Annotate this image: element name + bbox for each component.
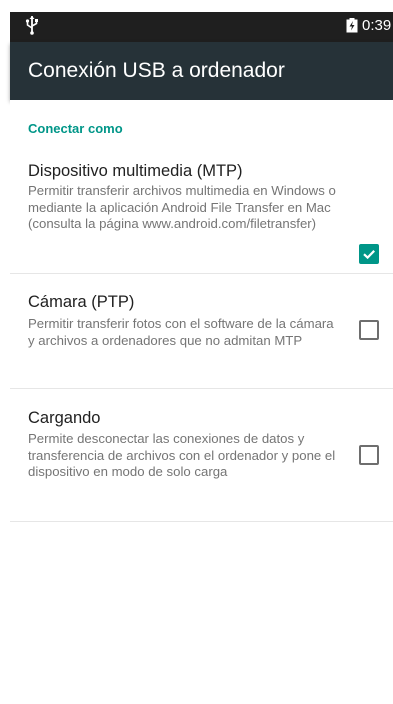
option-ptp[interactable]: Cámara (PTP) Permitir transferir fotos c… xyxy=(10,274,393,389)
option-mtp[interactable]: Dispositivo multimedia (MTP) Permitir tr… xyxy=(10,147,393,274)
charging-checkbox[interactable] xyxy=(359,445,379,465)
option-title: Dispositivo multimedia (MTP) xyxy=(28,162,243,180)
option-summary: Permitir transferir fotos con el softwar… xyxy=(28,316,334,348)
mtp-checkbox[interactable] xyxy=(359,244,379,264)
check-icon xyxy=(363,250,375,260)
app-bar: Conexión USB a ordenador xyxy=(10,42,393,100)
battery-charging-icon xyxy=(346,18,358,33)
option-title: Cámara (PTP) xyxy=(28,293,135,311)
option-summary: Permite desconectar las conexiones de da… xyxy=(28,431,336,480)
status-bar: 0:39 xyxy=(10,12,393,42)
option-title: Cargando xyxy=(28,409,101,427)
usb-icon xyxy=(25,16,38,35)
page-title: Conexión USB a ordenador xyxy=(28,59,285,82)
ptp-checkbox[interactable] xyxy=(359,320,379,340)
option-summary: Permitir transferir archivos multimedia … xyxy=(28,183,336,232)
settings-list: Conectar como Dispositivo multimedia (MT… xyxy=(10,100,393,704)
status-time: 0:39 xyxy=(362,17,392,34)
option-charging[interactable]: Cargando Permite desconectar las conexio… xyxy=(10,389,393,522)
section-header: Conectar como xyxy=(28,121,123,136)
